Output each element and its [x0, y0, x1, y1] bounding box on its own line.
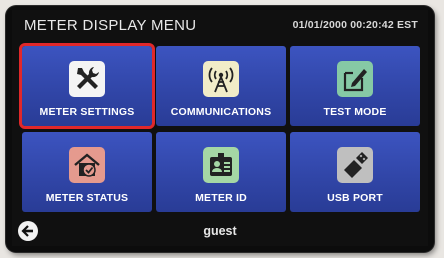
header-bar: METER DISPLAY MENU 01/01/2000 00:20:42 E…	[12, 10, 428, 40]
meter-status-label: METER STATUS	[45, 192, 129, 204]
usb-icon	[337, 147, 373, 183]
device-bezel: METER DISPLAY MENU 01/01/2000 00:20:42 E…	[6, 6, 434, 252]
meter-status-tile[interactable]: METER STATUS	[22, 132, 152, 212]
test-mode-label: TEST MODE	[323, 106, 387, 118]
test-mode-tile[interactable]: TEST MODE	[290, 46, 420, 126]
antenna-icon	[203, 61, 239, 97]
page-title: METER DISPLAY MENU	[24, 16, 197, 34]
meter-id-label: METER ID	[195, 192, 247, 204]
usb-port-tile[interactable]: USB PORT	[290, 132, 420, 212]
datetime-readout: 01/01/2000 00:20:42 EST	[292, 19, 418, 31]
communications-label: COMMUNICATIONS	[170, 106, 272, 118]
display-screen: METER DISPLAY MENU 01/01/2000 00:20:42 E…	[12, 10, 428, 246]
usb-port-label: USB PORT	[327, 192, 383, 204]
current-user: guest	[203, 224, 237, 238]
footer-bar: guest	[12, 218, 428, 246]
meter-settings-label: METER SETTINGS	[39, 106, 135, 118]
meter-settings-tile[interactable]: METER SETTINGS	[19, 43, 155, 129]
test-document-icon	[337, 61, 373, 97]
communications-tile[interactable]: COMMUNICATIONS	[156, 46, 286, 126]
meter-id-tile[interactable]: METER ID	[156, 132, 286, 212]
tools-icon	[69, 61, 105, 97]
home-check-icon	[69, 147, 105, 183]
id-badge-icon	[203, 147, 239, 183]
